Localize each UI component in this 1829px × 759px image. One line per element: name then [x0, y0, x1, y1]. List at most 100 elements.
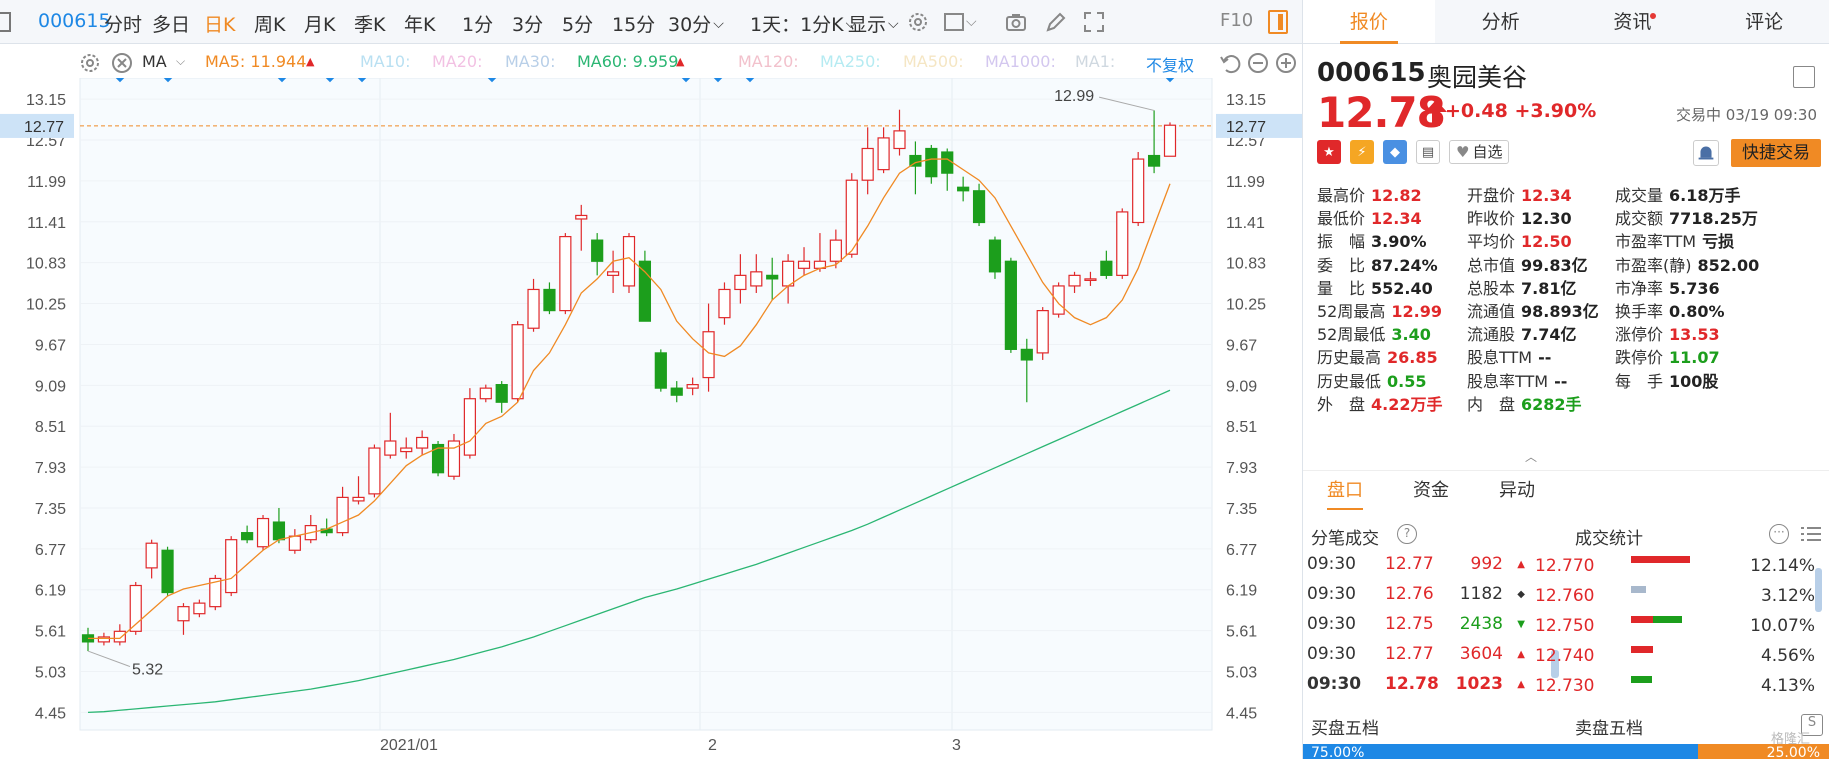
- close-icon[interactable]: [110, 51, 132, 73]
- more-icon[interactable]: ···: [1769, 524, 1789, 544]
- china-flag-icon[interactable]: ★: [1317, 140, 1341, 164]
- undo-icon[interactable]: [1218, 51, 1241, 74]
- quote-value: 6.18万手: [1669, 186, 1741, 205]
- tab-monthly-k[interactable]: 月K: [304, 10, 335, 37]
- help-icon[interactable]: ?: [1397, 524, 1417, 544]
- panel-toggle-icon[interactable]: [0, 10, 16, 34]
- quote-item: 振 幅 3.90%: [1317, 228, 1427, 252]
- y-tick-label-left: 9.09: [35, 378, 66, 395]
- stat-percent: 12.14%: [1750, 556, 1815, 576]
- tab-1min[interactable]: 1分: [462, 10, 493, 37]
- quote-item: 委 比 87.24%: [1317, 252, 1438, 276]
- camera-icon[interactable]: [1004, 10, 1028, 34]
- tab-yearly-k[interactable]: 年K: [404, 10, 435, 37]
- candle-body: [145, 542, 158, 569]
- ma-indicator-row: MA ⌵ MA5: 11.944 ▲ MA10: MA20: MA30: MA6…: [0, 44, 1302, 78]
- tab-alerts[interactable]: 异动: [1499, 471, 1535, 510]
- tab-fund[interactable]: 资金: [1413, 471, 1449, 510]
- restore-right-button[interactable]: 不复权: [1146, 52, 1194, 76]
- candle-body: [352, 496, 365, 502]
- quote-item: 股息率TTM --: [1467, 368, 1567, 392]
- quote-item: 换手率 0.80%: [1615, 298, 1725, 322]
- tag-icon[interactable]: ◆: [1383, 140, 1407, 164]
- layout-icon[interactable]: [942, 10, 966, 34]
- notes-icon[interactable]: ▤: [1416, 140, 1440, 164]
- fullscreen-icon[interactable]: [1082, 10, 1106, 34]
- sidebar-toggle-icon[interactable]: [1268, 10, 1288, 34]
- chevron-down-icon[interactable]: ⌵: [176, 54, 185, 69]
- tick-price: 12.78: [1385, 674, 1439, 694]
- tab-3min[interactable]: 3分: [512, 10, 543, 37]
- stats-scrollbar[interactable]: [1815, 568, 1822, 612]
- tab-intraday[interactable]: 分时: [104, 10, 142, 37]
- display-label: 显示: [848, 14, 887, 36]
- candle-body: [766, 274, 779, 280]
- quote-value: 12.82: [1371, 186, 1422, 205]
- tab-15min[interactable]: 15分: [612, 10, 655, 37]
- tab-daily-k[interactable]: 日K: [204, 10, 235, 37]
- list-icon[interactable]: [1801, 526, 1821, 542]
- quote-item: 最低价 12.34: [1317, 205, 1422, 229]
- tab-weekly-k[interactable]: 周K: [254, 10, 285, 37]
- quote-value: 4.22万手: [1371, 394, 1443, 414]
- y-tick-label-right: 5.61: [1226, 624, 1257, 641]
- buy-ratio: 75.00%: [1303, 744, 1699, 759]
- tick-direction-icon: ▲: [1517, 649, 1525, 660]
- quote-label: 股息TTM: [1467, 348, 1533, 368]
- settings-icon[interactable]: [78, 51, 99, 72]
- quote-label: 开盘价: [1467, 186, 1516, 205]
- candle-body: [972, 190, 986, 224]
- tab-orderbook[interactable]: 盘口: [1327, 471, 1363, 510]
- candle-body: [877, 137, 890, 171]
- quote-label: 成交额: [1615, 209, 1664, 229]
- tab-analysis[interactable]: 分析: [1435, 0, 1567, 43]
- quote-label: 总市值: [1467, 255, 1516, 275]
- candle-body: [97, 636, 111, 643]
- tick-time: 09:30: [1307, 584, 1356, 604]
- zoom-in-icon[interactable]: [1274, 51, 1296, 73]
- period-select[interactable]: 1天：1分K ⌵: [750, 10, 856, 37]
- stat-percent: 10.07%: [1750, 616, 1815, 636]
- fast-trade-button[interactable]: 快捷交易: [1731, 139, 1821, 167]
- tab-30min[interactable]: 30分 ⌵: [668, 10, 724, 37]
- tab-comments[interactable]: 评论: [1698, 0, 1829, 43]
- quote-panel: 报价 分析 资讯 评论 000615 奥园美谷 12.78 +0.48 +3.9…: [1302, 0, 1829, 759]
- tick-row: 09:30 12.75 2438 ▼: [1307, 614, 1525, 644]
- candle-body: [256, 517, 270, 548]
- ma5-up-icon: ▲: [306, 55, 315, 68]
- quote-value: 12.99: [1391, 302, 1442, 321]
- tab-multiday[interactable]: 多日: [152, 10, 190, 37]
- toolbar-stock-code[interactable]: 000615: [38, 10, 111, 32]
- lightning-icon[interactable]: ⚡: [1350, 140, 1374, 164]
- tab-news[interactable]: 资讯: [1567, 0, 1699, 43]
- quote-item: 总股本 7.81亿: [1467, 275, 1577, 299]
- candle-body: [957, 186, 970, 192]
- quote-item: 外 盘 4.22万手: [1317, 391, 1443, 415]
- quote-value: 100股: [1669, 371, 1719, 391]
- plot-area: [79, 78, 1213, 731]
- stat-row: 12.760 3.12%: [1535, 586, 1825, 616]
- candle-body: [829, 239, 842, 262]
- y-tick-label-right: 10.25: [1226, 297, 1266, 314]
- display-dropdown[interactable]: 显示 ⌵: [848, 10, 899, 37]
- pencil-icon[interactable]: [1044, 10, 1068, 34]
- tick-volume: 3604: [1459, 644, 1503, 664]
- chevron-down-icon[interactable]: ⌵: [966, 14, 977, 30]
- quote-value: 7.81亿: [1521, 278, 1577, 298]
- panel-menu-icon[interactable]: [1793, 66, 1815, 88]
- tab-quote[interactable]: 报价: [1303, 0, 1435, 44]
- tick-direction-icon: ▼: [1517, 619, 1525, 630]
- bell-icon[interactable]: [1693, 140, 1719, 166]
- tab-quarterly-k[interactable]: 季K: [354, 10, 385, 37]
- tick-volume: 1182: [1459, 584, 1503, 604]
- f10-button[interactable]: F10: [1220, 10, 1253, 31]
- collapse-caret-icon[interactable]: ︿: [1525, 448, 1537, 465]
- stat-price: 12.750: [1535, 616, 1595, 636]
- ma-label[interactable]: MA: [142, 52, 167, 71]
- candlestick-chart[interactable]: 13.15 13.1512.57 12.5711.99 11.9911.41 11.41…: [0, 78, 1302, 759]
- add-watchlist-button[interactable]: ♥ 自选: [1449, 140, 1510, 164]
- gear-icon[interactable]: [906, 10, 930, 34]
- quote-label: 历史最低: [1317, 371, 1382, 391]
- zoom-out-icon[interactable]: [1246, 51, 1268, 73]
- tab-5min[interactable]: 5分: [562, 10, 593, 37]
